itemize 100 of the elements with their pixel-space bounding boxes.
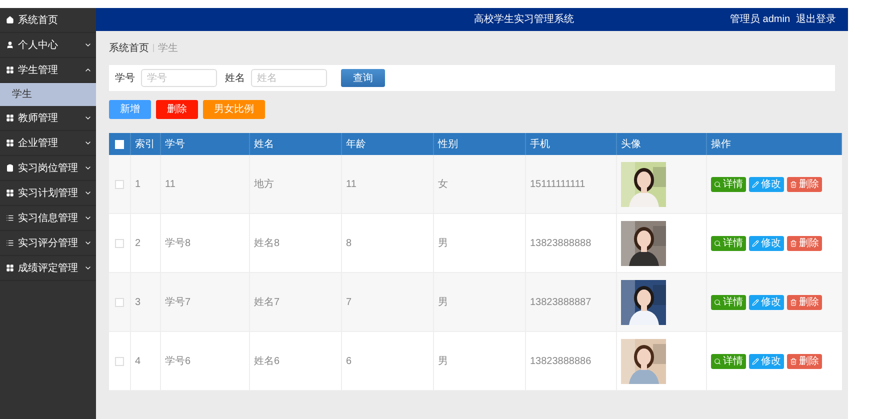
table-cell-text: 8 bbox=[346, 236, 352, 250]
action-button[interactable]: 删除 bbox=[787, 176, 822, 192]
table-cell-text: 7 bbox=[346, 296, 352, 310]
action-icon bbox=[752, 240, 759, 246]
action-button[interactable]: 修改 bbox=[749, 176, 784, 192]
action-icon bbox=[714, 180, 721, 188]
menu-label: 实习岗位管理 bbox=[18, 162, 79, 176]
toolbar-button[interactable]: 删除 bbox=[156, 100, 198, 119]
menu-item-icon bbox=[6, 114, 14, 122]
menu-label: 系统首页 bbox=[18, 14, 59, 28]
column-header: 性别 bbox=[438, 138, 458, 152]
menu-item-icon bbox=[6, 239, 14, 247]
checkbox[interactable] bbox=[115, 356, 124, 366]
action-button[interactable]: 修改 bbox=[749, 236, 784, 250]
action-icon bbox=[790, 358, 797, 364]
checkbox[interactable] bbox=[115, 180, 124, 188]
action-icon bbox=[790, 240, 797, 246]
action-button[interactable]: 修改 bbox=[749, 354, 784, 368]
menu-label: 实习计划管理 bbox=[18, 186, 79, 200]
breadcrumb-link[interactable]: 系统首页 bbox=[109, 40, 149, 56]
checkbox[interactable] bbox=[115, 238, 124, 248]
table-cell-text: 11 bbox=[346, 178, 356, 192]
action-icon bbox=[752, 298, 759, 306]
table-cell-text: 15111111111 bbox=[530, 178, 586, 192]
menu-item-icon bbox=[6, 164, 14, 172]
column-header: 姓名 bbox=[254, 138, 274, 152]
column-header: 头像 bbox=[621, 138, 641, 152]
table-cell-text: 4 bbox=[135, 354, 141, 368]
table-cell-text: 学号8 bbox=[165, 236, 191, 250]
menu-label: 个人中心 bbox=[18, 38, 59, 52]
column-header: 年龄 bbox=[346, 138, 366, 152]
menu-item-icon bbox=[6, 139, 14, 147]
action-button[interactable]: 详情 bbox=[711, 176, 746, 192]
chevron-down-icon bbox=[84, 114, 92, 122]
table-cell-text: 11 bbox=[165, 178, 176, 192]
chevron-up-icon bbox=[84, 66, 92, 74]
table-cell-text: 男 bbox=[438, 296, 448, 310]
table-cell-text: 学号6 bbox=[165, 354, 191, 368]
table-cell-text: 6 bbox=[346, 354, 352, 368]
menu-item-icon bbox=[6, 16, 14, 24]
action-button[interactable]: 修改 bbox=[749, 294, 784, 310]
column-header: 操作 bbox=[711, 138, 731, 152]
action-button[interactable]: 详情 bbox=[711, 354, 746, 368]
table-cell-text: 姓名8 bbox=[254, 236, 280, 250]
action-button[interactable]: 删除 bbox=[787, 354, 822, 368]
action-icon bbox=[790, 180, 797, 188]
action-icon bbox=[752, 358, 759, 364]
chevron-down-icon bbox=[84, 139, 92, 147]
field-label: 姓名 bbox=[225, 72, 245, 86]
toolbar-button[interactable]: 男女比例 bbox=[203, 100, 265, 119]
toolbar-button[interactable]: 新增 bbox=[109, 100, 151, 119]
menu-item-icon bbox=[6, 66, 14, 74]
action-button[interactable]: 详情 bbox=[711, 294, 746, 310]
action-icon bbox=[714, 240, 721, 246]
chevron-down-icon bbox=[84, 239, 92, 247]
table-cell-text: 2 bbox=[135, 236, 141, 250]
column-header: 学号 bbox=[165, 138, 185, 152]
chevron-down-icon bbox=[84, 214, 92, 222]
table-cell-text: 3 bbox=[135, 296, 141, 310]
action-button[interactable]: 删除 bbox=[787, 294, 822, 310]
menu-label: 实习信息管理 bbox=[18, 212, 79, 226]
chevron-down-icon bbox=[84, 189, 92, 197]
table-cell-text: 1 bbox=[135, 178, 141, 192]
menu-label: 成绩评定管理 bbox=[18, 262, 79, 276]
query-button[interactable]: 查询 bbox=[341, 69, 385, 87]
breadcrumb-link[interactable]: 学生 bbox=[158, 40, 178, 56]
table-cell-text: 姓名7 bbox=[254, 296, 280, 310]
action-button[interactable]: 删除 bbox=[787, 236, 822, 250]
table-cell-text: 13823888888 bbox=[530, 236, 592, 250]
field-label: 学号 bbox=[115, 72, 135, 86]
action-icon bbox=[714, 298, 721, 306]
menu-label: 实习评分管理 bbox=[18, 236, 79, 250]
logout-link[interactable]: 退出登录 bbox=[796, 12, 836, 27]
menu-label: 企业管理 bbox=[18, 136, 59, 150]
search-field[interactable]: 学号 bbox=[141, 69, 217, 87]
chevron-down-icon bbox=[84, 264, 92, 272]
menu-label: 教师管理 bbox=[18, 112, 59, 126]
table-cell-text: 地方 bbox=[254, 178, 274, 192]
chevron-down-icon bbox=[84, 41, 92, 49]
action-button[interactable]: 详情 bbox=[711, 236, 746, 250]
table-cell-text: 学号7 bbox=[165, 296, 191, 310]
checkbox[interactable] bbox=[115, 298, 124, 306]
table-cell-text: 女 bbox=[438, 178, 448, 192]
action-icon bbox=[752, 180, 759, 188]
table-cell-text: 13823888886 bbox=[530, 354, 592, 368]
menu-item-icon bbox=[6, 214, 14, 222]
submenu-item[interactable]: 学生 bbox=[0, 83, 96, 106]
chevron-down-icon bbox=[84, 164, 92, 172]
table-cell-text: 男 bbox=[438, 354, 448, 368]
column-header: 手机 bbox=[530, 138, 550, 152]
table-cell-text: 男 bbox=[438, 236, 448, 250]
column-header: 索引 bbox=[135, 138, 155, 152]
menu-label: 学生管理 bbox=[18, 64, 59, 78]
table-cell-text: 姓名6 bbox=[254, 354, 280, 368]
menu-item-icon bbox=[6, 189, 14, 197]
action-icon bbox=[790, 298, 797, 306]
system-title: 高校学生实习管理系统 bbox=[474, 12, 574, 27]
table-cell-text: 13823888887 bbox=[530, 296, 592, 310]
action-icon bbox=[714, 358, 721, 364]
search-field[interactable]: 姓名 bbox=[251, 69, 327, 87]
